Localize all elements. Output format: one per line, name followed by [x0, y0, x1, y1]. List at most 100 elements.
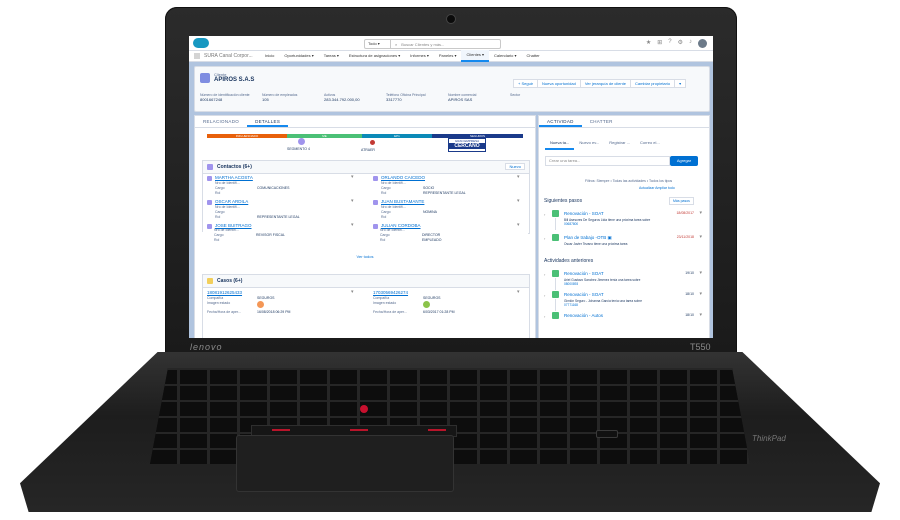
- field-employees: Número de empleados 105: [262, 93, 314, 102]
- tab-informes[interactable]: Informes ▾: [405, 51, 434, 61]
- contact-cargo: REVISOR FISCAL: [256, 233, 285, 237]
- field-assets: Activos 283.344.792.000,00: [324, 93, 376, 102]
- activity-link[interactable]: 00687800: [564, 222, 578, 226]
- contact-icon: [373, 200, 378, 205]
- tab-tareas[interactable]: Tareas ▾: [319, 51, 344, 61]
- tab-chatter[interactable]: Chatter: [522, 51, 545, 61]
- case-number[interactable]: 18081912625433: [207, 290, 242, 295]
- favorites-icon[interactable]: ★: [646, 39, 651, 48]
- expand-icon[interactable]: ›: [544, 272, 545, 277]
- contact-cargo-label: Cargo: [215, 210, 225, 214]
- chevron-down-icon[interactable]: ▾: [699, 270, 702, 276]
- chevron-down-icon[interactable]: ▾: [517, 175, 523, 180]
- contact-cargo-label: Cargo: [380, 233, 390, 237]
- hierarchy-button[interactable]: Ver jerarquía de cliente: [579, 79, 631, 88]
- more-actions-button[interactable]: ▾: [674, 79, 687, 88]
- case-number[interactable]: 17030569426274: [373, 290, 408, 295]
- contact-rol: NOMINA: [423, 210, 437, 214]
- chevron-down-icon[interactable]: ▾: [699, 234, 702, 240]
- task-icon: [552, 234, 559, 241]
- search-input[interactable]: Buscar Clientes y más...: [397, 42, 444, 47]
- expand-icon[interactable]: ›: [544, 314, 545, 319]
- contact-name[interactable]: JUAN BUSTAMANTE: [381, 199, 424, 204]
- expand-icon[interactable]: ›: [544, 236, 545, 241]
- tab-inicio[interactable]: Inicio: [260, 51, 279, 61]
- avatar[interactable]: [698, 39, 707, 48]
- new-opportunity-button[interactable]: Nueva oportunidad: [537, 79, 581, 88]
- activity-item: › Renovación - SOAT 18/10 ▾ Gimlón Segur…: [544, 291, 702, 311]
- task-icon: [552, 312, 559, 319]
- activity-filters[interactable]: Filtros: Siempre • Todas las actividades…: [585, 179, 672, 183]
- new-contact-button[interactable]: Nuevo: [505, 163, 525, 170]
- search-scope-dropdown[interactable]: Todo ▾: [365, 40, 391, 48]
- case-state-label: Imagen estado: [207, 301, 231, 305]
- contact-ident-label: Nro de Identifi...: [381, 181, 406, 185]
- tab-estructura[interactable]: Estructura de asignaciones ▾: [344, 51, 405, 61]
- tab-relacionado[interactable]: RELACIONADO: [195, 116, 247, 127]
- chevron-down-icon[interactable]: ▾: [699, 291, 702, 297]
- contact-name[interactable]: MARTHA ACOSTA: [215, 175, 253, 180]
- header-icons: ★ ⊞ ? ⚙ ♪: [646, 39, 707, 48]
- contact-name[interactable]: OSCAR ARDILA: [215, 199, 248, 204]
- case-company: SEGUROS: [423, 296, 441, 300]
- contact-icon: [207, 176, 212, 181]
- tab-log-call[interactable]: Registrar ...: [604, 136, 635, 150]
- activity-title[interactable]: Plan de trabajo -OTB ▣: [564, 235, 612, 241]
- tab-new-event[interactable]: Nuevo ev...: [574, 136, 604, 150]
- activity-link[interactable]: 08000893: [564, 282, 578, 286]
- account-icon: [200, 73, 210, 83]
- global-search[interactable]: Todo ▾ ⌕ Buscar Clientes y más...: [364, 39, 501, 49]
- contacts-title: Contactos (6+): [217, 164, 252, 170]
- salesforce-logo-icon[interactable]: [193, 38, 209, 48]
- state-indicator-icon: [423, 301, 430, 308]
- bell-icon[interactable]: ♪: [689, 39, 692, 48]
- chevron-down-icon[interactable]: ▾: [351, 290, 357, 295]
- contact-item: OSCAR ARDILA Nro de Identifi... Cargo Ro…: [207, 199, 357, 223]
- activity-title[interactable]: Renovación - Autos: [564, 313, 603, 318]
- contact-cargo-label: Cargo: [381, 186, 391, 190]
- chevron-down-icon[interactable]: ▾: [517, 199, 523, 204]
- contact-cargo-label: Cargo: [214, 233, 224, 237]
- add-icon[interactable]: ⊞: [657, 39, 662, 48]
- chevron-down-icon[interactable]: ▾: [699, 210, 702, 216]
- app-name: SURA Canal Corpor...: [204, 53, 253, 59]
- app-launcher-icon[interactable]: [194, 53, 200, 59]
- add-task-button[interactable]: Agregar: [670, 156, 698, 166]
- activity-link[interactable]: 07771168: [564, 303, 578, 307]
- stage-marker-icon: [370, 140, 375, 145]
- chevron-down-icon[interactable]: ▾: [351, 199, 357, 204]
- tab-oportunidades[interactable]: Oportunidades ▾: [279, 51, 318, 61]
- expand-icon[interactable]: ›: [544, 212, 545, 217]
- tab-calendario[interactable]: Calendario ▾: [489, 51, 521, 61]
- contact-name[interactable]: ORLANDO CAICEDO: [381, 175, 425, 180]
- activity-title[interactable]: Renovación - SOAT: [564, 211, 604, 216]
- change-owner-button[interactable]: Cambiar propietario: [629, 79, 676, 88]
- refresh-expand-links[interactable]: Actualizar Ampliar todo: [639, 186, 675, 190]
- expand-icon[interactable]: ›: [544, 293, 545, 298]
- contact-item: JUAN BUSTAMANTE Nro de Identifi... Cargo…: [373, 199, 523, 223]
- tab-new-task[interactable]: Nueva ta...: [545, 136, 575, 150]
- follow-button[interactable]: + Seguir: [513, 79, 539, 88]
- gear-icon[interactable]: ⚙: [678, 39, 683, 48]
- tab-detalles[interactable]: DETALLES: [247, 116, 289, 127]
- contact-ident-label: Nro de Identifi...: [214, 228, 239, 232]
- task-input[interactable]: Crear una tarea...: [545, 156, 670, 166]
- chevron-down-icon[interactable]: ▾: [517, 290, 523, 295]
- global-header: Todo ▾ ⌕ Buscar Clientes y más... ★ ⊞ ? …: [189, 36, 713, 51]
- tab-email[interactable]: Correo el...: [635, 136, 665, 150]
- help-icon[interactable]: ?: [668, 39, 671, 48]
- tab-chatter-feed[interactable]: CHATTER: [582, 116, 621, 127]
- path-segment: EP1: [362, 134, 432, 138]
- activity-title[interactable]: Renovación - SOAT: [564, 292, 604, 297]
- tab-clientes[interactable]: Clientes ▾: [461, 50, 490, 62]
- contact-rol-label: Rol: [381, 215, 387, 219]
- tab-paneles[interactable]: Paneles ▾: [434, 51, 462, 61]
- chevron-down-icon[interactable]: ▾: [699, 312, 702, 318]
- tab-actividad[interactable]: ACTIVIDAD: [539, 116, 582, 127]
- see-all-link[interactable]: Ver todos: [202, 254, 528, 259]
- more-steps-button[interactable]: Más pasos: [669, 197, 694, 205]
- activity-title[interactable]: Renovación - SOAT: [564, 271, 604, 276]
- past-activities-title: Actividades anteriores: [544, 258, 594, 264]
- activity-desc: Oscar Javier Tezano tiene una próxima ta…: [564, 242, 628, 246]
- chevron-down-icon[interactable]: ▾: [351, 175, 357, 180]
